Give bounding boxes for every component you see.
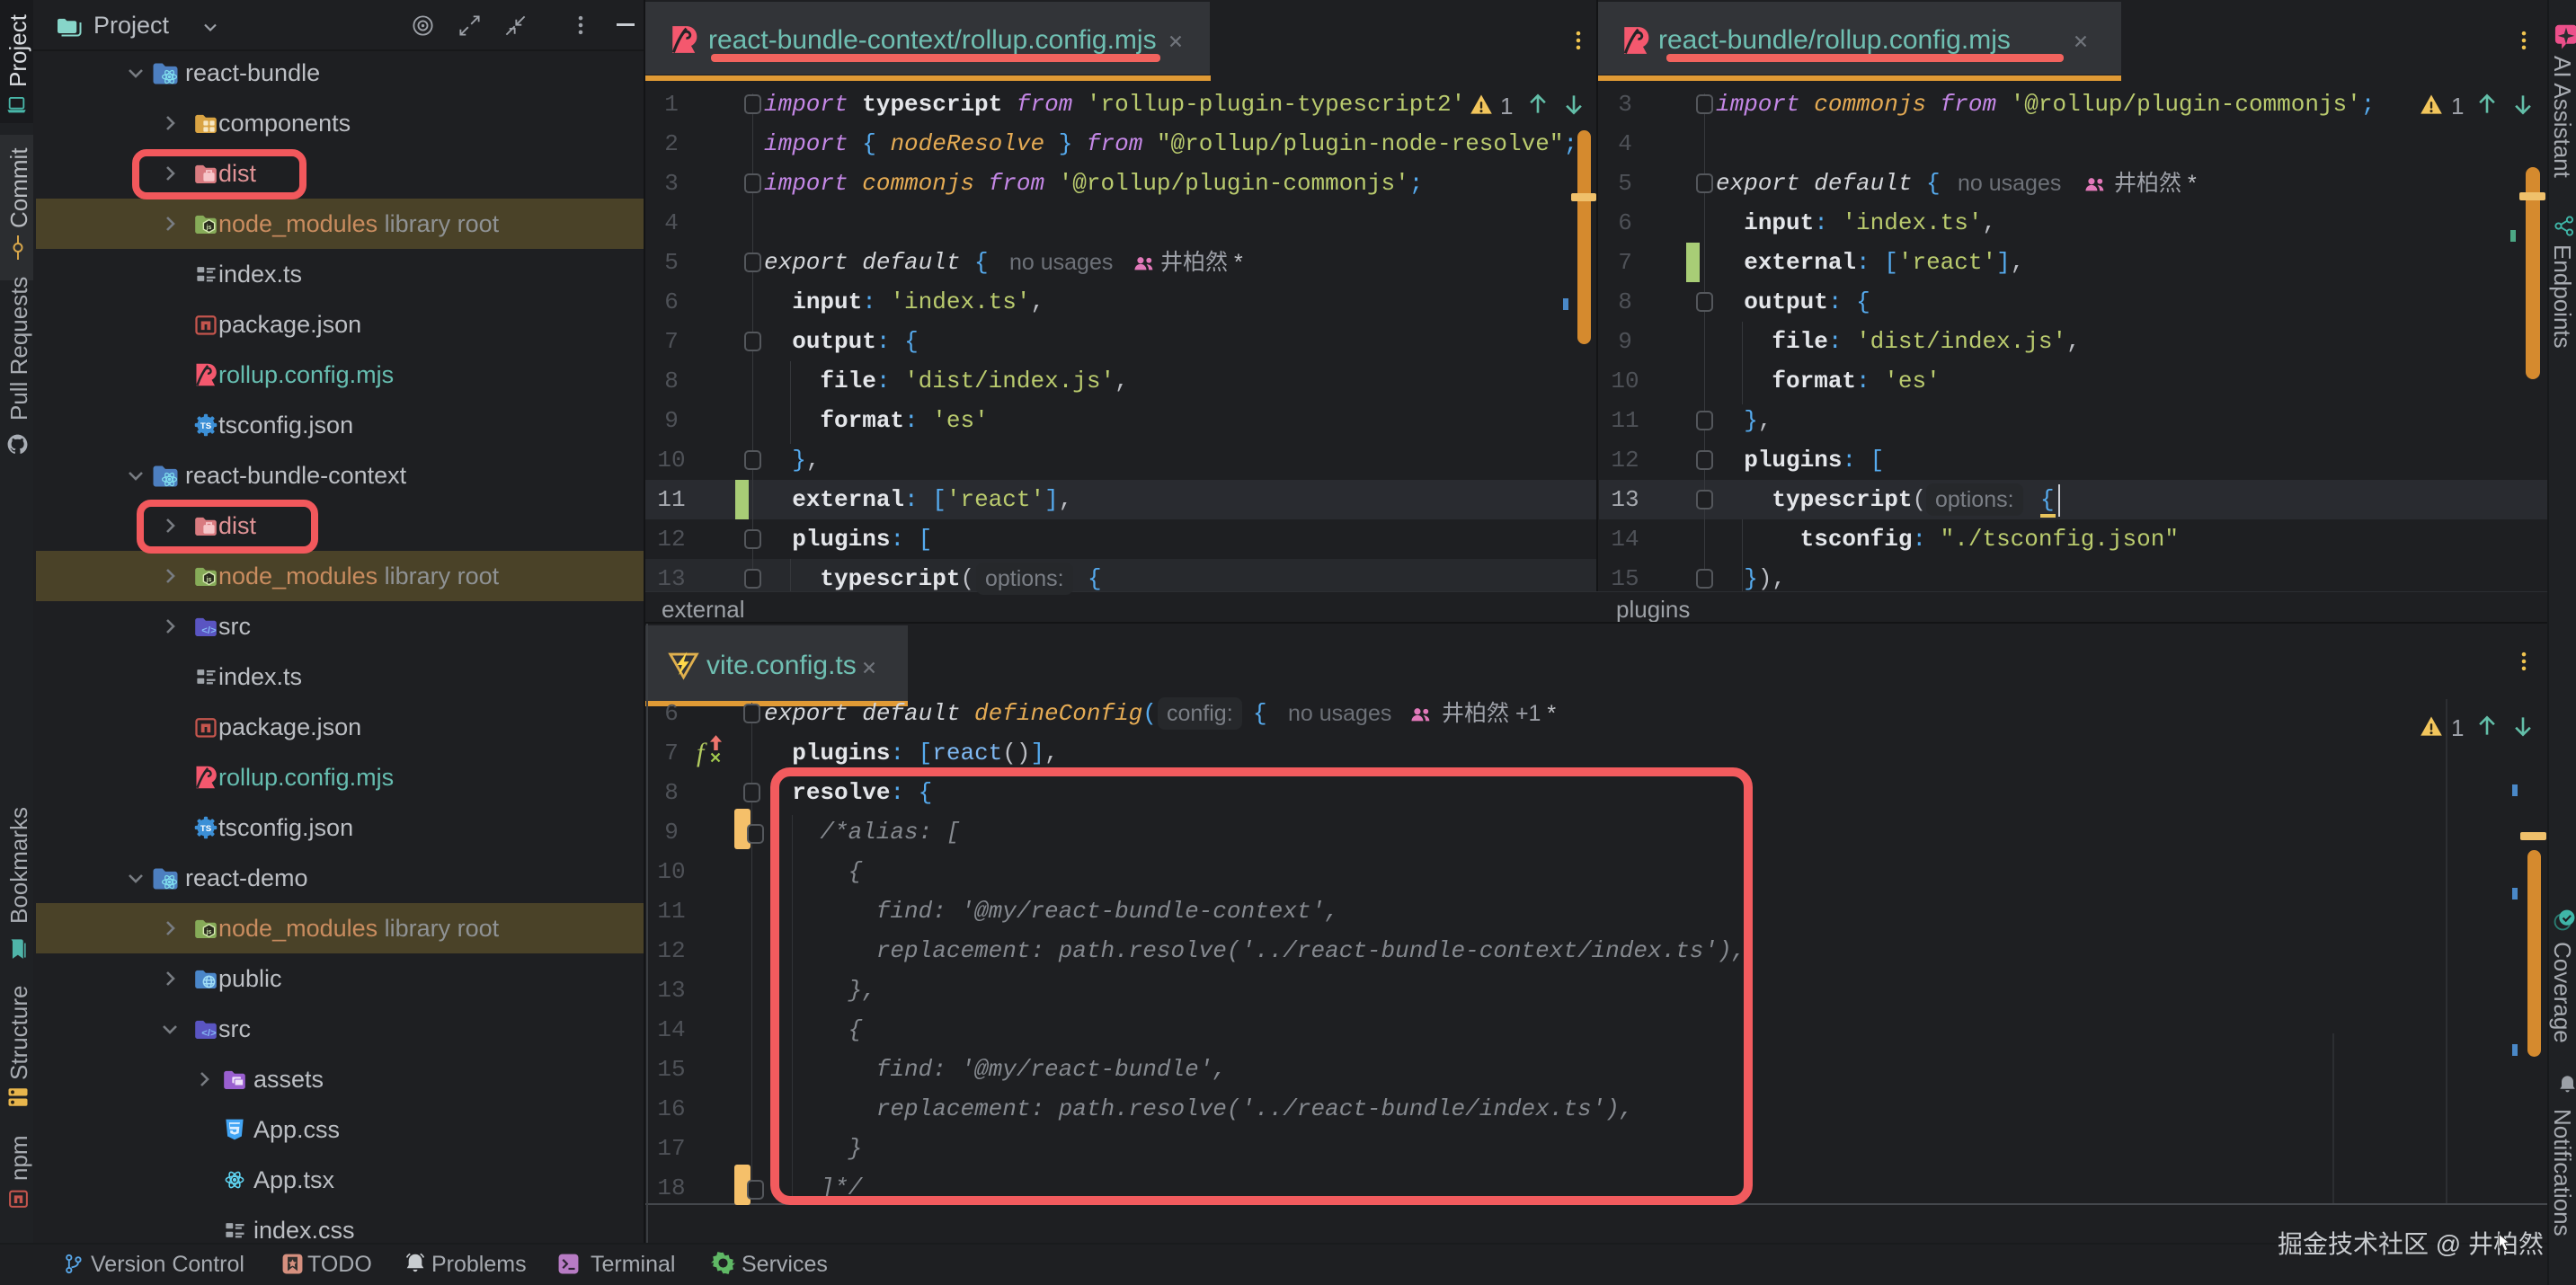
svg-text:js: js [206,929,212,935]
svg-text:js: js [206,577,212,583]
svg-text:js: js [206,225,212,231]
svg-text:</>: </> [201,1028,217,1039]
svg-text:</>: </> [201,625,217,636]
